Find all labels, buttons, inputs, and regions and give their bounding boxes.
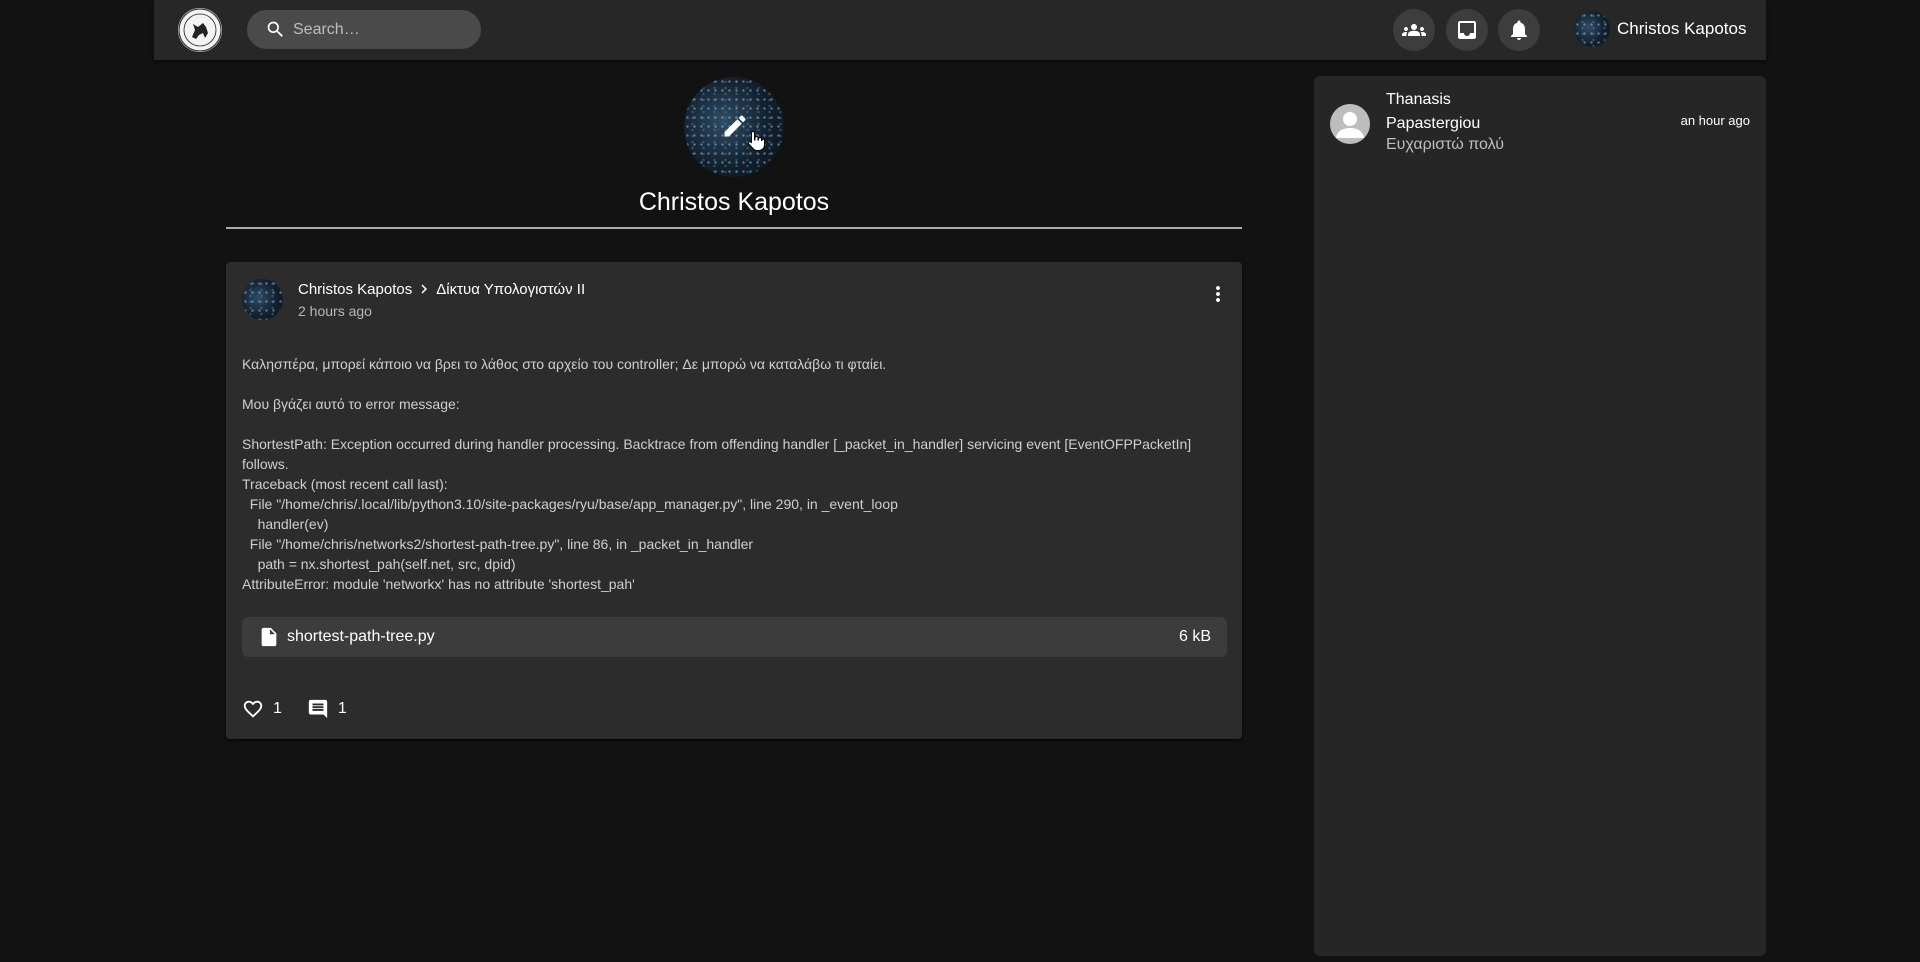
post-author-avatar[interactable] [242, 279, 283, 320]
search-icon [267, 21, 283, 37]
inbox-icon [1458, 21, 1476, 39]
notifications-panel: Thanasis Papastergiou an hour ago Ευχαρι… [1314, 76, 1766, 956]
post-body: Καλησπέρα, μπορεί κάποιο να βρει το λάθο… [242, 356, 1192, 592]
avatar [1574, 11, 1610, 47]
attachment-file[interactable]: shortest-path-tree.py 6 kB [242, 617, 1227, 657]
notifications-button[interactable] [1498, 9, 1540, 51]
like-count: 1 [273, 700, 282, 717]
profile-avatar[interactable] [684, 77, 784, 177]
page-title: Christos Kapotos [638, 188, 830, 216]
comment-icon[interactable] [307, 698, 329, 720]
avatar [1330, 104, 1370, 144]
user-name: Christos Kapotos [1617, 19, 1747, 38]
groups-icon [1402, 24, 1426, 36]
divider [226, 227, 1242, 229]
university-logo-icon[interactable] [178, 8, 222, 52]
groups-button[interactable] [1393, 9, 1435, 51]
search-bar[interactable] [247, 10, 481, 49]
user-menu-button[interactable]: Christos Kapotos [1574, 10, 1746, 48]
hand-cursor-icon [748, 130, 765, 151]
chevron-right-icon [421, 284, 428, 294]
comment-count: 1 [337, 700, 347, 717]
avatar [242, 279, 283, 320]
notification-time: an hour ago [1680, 113, 1750, 128]
post-timestamp: 2 hours ago [298, 303, 372, 319]
file-icon [261, 627, 277, 647]
attachment-name: shortest-path-tree.py [287, 628, 435, 645]
notification-sender: Thanasis Papastergiou [1386, 91, 1481, 132]
post-card: Christos Kapotos Δίκτυα Υπολογιστών ΙΙ 2… [226, 262, 1242, 739]
notification-message: Ευχαριστώ πολύ [1386, 136, 1504, 153]
app-bar: Christos Kapotos [154, 0, 1766, 60]
post-breadcrumb: Christos Kapotos Δίκτυα Υπολογιστών ΙΙ [298, 280, 585, 298]
attachment-size: 6 kB [1178, 628, 1211, 645]
post-actions: 1 1 [242, 698, 372, 720]
post-group-link[interactable]: Δίκτυα Υπολογιστών ΙΙ [436, 281, 585, 298]
search-input[interactable] [293, 10, 473, 49]
post-author-link[interactable]: Christos Kapotos [298, 281, 412, 298]
bell-icon [1511, 20, 1527, 40]
more-vert-icon[interactable] [1206, 282, 1230, 306]
heart-outline-icon[interactable] [242, 698, 264, 720]
list-item[interactable]: Thanasis Papastergiou an hour ago Ευχαρι… [1330, 88, 1750, 153]
person-icon [1336, 112, 1364, 138]
inbox-button[interactable] [1446, 9, 1488, 51]
